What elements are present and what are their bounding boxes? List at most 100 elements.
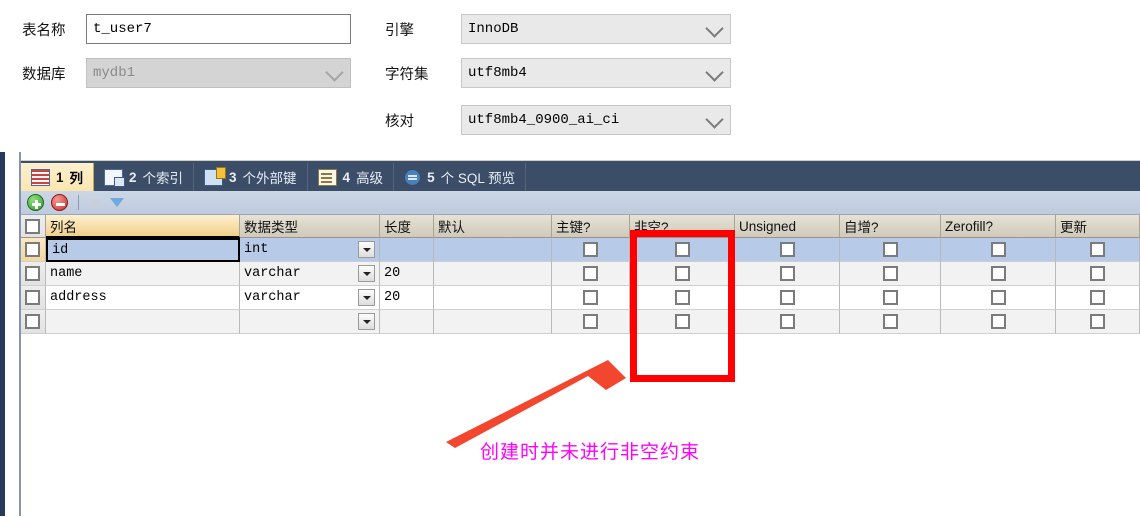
cell-not-null[interactable] bbox=[630, 310, 735, 334]
cell-default[interactable] bbox=[434, 286, 552, 310]
engine-select[interactable]: InnoDB bbox=[461, 14, 731, 44]
cell-primary-key[interactable] bbox=[552, 286, 630, 310]
checkbox-icon[interactable] bbox=[882, 314, 898, 329]
cell-data-type[interactable]: int bbox=[240, 238, 380, 262]
charset-select[interactable]: utf8mb4 bbox=[461, 58, 731, 88]
collation-select[interactable]: utf8mb4_0900_ai_ci bbox=[461, 105, 731, 135]
header-unsigned[interactable]: Unsigned bbox=[735, 215, 840, 238]
cell-length[interactable] bbox=[380, 310, 434, 334]
checkbox-icon[interactable] bbox=[882, 266, 898, 281]
checkbox-icon[interactable] bbox=[779, 290, 795, 305]
cell-primary-key[interactable] bbox=[552, 262, 630, 286]
header-data-type[interactable]: 数据类型 bbox=[240, 215, 380, 238]
table-row[interactable]: name varchar 20 bbox=[21, 262, 1140, 286]
cell-default[interactable] bbox=[434, 238, 552, 262]
cell-unsigned[interactable] bbox=[735, 238, 840, 262]
checkbox-icon[interactable] bbox=[674, 242, 690, 257]
checkbox-icon[interactable] bbox=[990, 266, 1006, 281]
cell-data-type[interactable]: varchar bbox=[240, 262, 380, 286]
header-primary-key[interactable]: 主键? bbox=[552, 215, 630, 238]
checkbox-icon[interactable] bbox=[25, 290, 40, 305]
database-select[interactable]: mydb1 bbox=[86, 58, 351, 88]
checkbox-icon[interactable] bbox=[674, 314, 690, 329]
cell-length[interactable]: 20 bbox=[380, 286, 434, 310]
checkbox-icon[interactable] bbox=[1090, 242, 1105, 257]
table-name-input[interactable]: t_user7 bbox=[86, 14, 351, 44]
checkbox-icon[interactable] bbox=[990, 242, 1006, 257]
checkbox-icon[interactable] bbox=[583, 290, 598, 305]
cell-auto-increment[interactable] bbox=[840, 310, 941, 334]
move-down-icon[interactable] bbox=[110, 198, 124, 207]
header-auto-increment[interactable]: 自增? bbox=[840, 215, 941, 238]
cell-unsigned[interactable] bbox=[735, 262, 840, 286]
cell-unsigned[interactable] bbox=[735, 310, 840, 334]
checkbox-icon[interactable] bbox=[25, 218, 40, 234]
checkbox-icon[interactable] bbox=[583, 242, 598, 257]
checkbox-icon[interactable] bbox=[674, 266, 690, 281]
header-select-all[interactable] bbox=[21, 215, 46, 238]
add-row-icon[interactable] bbox=[27, 194, 44, 211]
cell-column-name[interactable]: id bbox=[46, 238, 240, 262]
move-up-icon[interactable] bbox=[89, 198, 103, 207]
checkbox-icon[interactable] bbox=[583, 266, 598, 281]
cell-zerofill[interactable] bbox=[941, 286, 1056, 310]
cell-zerofill[interactable] bbox=[941, 238, 1056, 262]
tab-foreign-keys[interactable]: 3 个外部键 bbox=[194, 163, 308, 191]
cell-default[interactable] bbox=[434, 262, 552, 286]
checkbox-icon[interactable] bbox=[674, 290, 690, 305]
checkbox-icon[interactable] bbox=[882, 290, 898, 305]
cell-auto-increment[interactable] bbox=[840, 286, 941, 310]
tab-sql-preview[interactable]: 5 个 SQL 预览 bbox=[394, 163, 527, 191]
checkbox-icon[interactable] bbox=[25, 242, 40, 257]
checkbox-icon[interactable] bbox=[882, 242, 898, 257]
cell-auto-increment[interactable] bbox=[840, 238, 941, 262]
table-row[interactable]: id int bbox=[21, 238, 1140, 262]
header-zerofill[interactable]: Zerofill? bbox=[941, 215, 1056, 238]
dropdown-button[interactable] bbox=[358, 241, 375, 258]
header-length[interactable]: 长度 bbox=[380, 215, 434, 238]
row-select-checkbox[interactable] bbox=[21, 238, 46, 262]
tab-indexes[interactable]: 2 个索引 bbox=[94, 163, 195, 191]
cell-update[interactable] bbox=[1056, 286, 1140, 310]
dropdown-button[interactable] bbox=[358, 313, 375, 330]
cell-column-name[interactable]: name bbox=[46, 262, 240, 286]
row-select-checkbox[interactable] bbox=[21, 286, 46, 310]
cell-zerofill[interactable] bbox=[941, 262, 1056, 286]
checkbox-icon[interactable] bbox=[1090, 266, 1105, 281]
cell-zerofill[interactable] bbox=[941, 310, 1056, 334]
checkbox-icon[interactable] bbox=[25, 266, 40, 281]
checkbox-icon[interactable] bbox=[25, 314, 40, 329]
cell-update[interactable] bbox=[1056, 238, 1140, 262]
cell-data-type[interactable] bbox=[240, 310, 380, 334]
tab-columns[interactable]: 1 列 bbox=[21, 163, 95, 191]
checkbox-icon[interactable] bbox=[583, 314, 598, 329]
cell-length[interactable] bbox=[380, 238, 434, 262]
checkbox-icon[interactable] bbox=[779, 314, 795, 329]
checkbox-icon[interactable] bbox=[990, 314, 1006, 329]
row-select-checkbox[interactable] bbox=[21, 310, 46, 334]
checkbox-icon[interactable] bbox=[1090, 314, 1105, 329]
cell-primary-key[interactable] bbox=[552, 310, 630, 334]
row-select-checkbox[interactable] bbox=[21, 262, 46, 286]
cell-data-type[interactable]: varchar bbox=[240, 286, 380, 310]
cell-update[interactable] bbox=[1056, 310, 1140, 334]
checkbox-icon[interactable] bbox=[1090, 290, 1105, 305]
tab-advanced[interactable]: 4 高级 bbox=[308, 163, 395, 191]
cell-not-null[interactable] bbox=[630, 286, 735, 310]
checkbox-icon[interactable] bbox=[779, 266, 795, 281]
table-row[interactable]: address varchar 20 bbox=[21, 286, 1140, 310]
header-column-name[interactable]: 列名 bbox=[46, 215, 240, 238]
cell-default[interactable] bbox=[434, 310, 552, 334]
header-update[interactable]: 更新 bbox=[1056, 215, 1140, 238]
checkbox-icon[interactable] bbox=[990, 290, 1006, 305]
cell-length[interactable]: 20 bbox=[380, 262, 434, 286]
cell-unsigned[interactable] bbox=[735, 286, 840, 310]
checkbox-icon[interactable] bbox=[779, 242, 795, 257]
delete-row-icon[interactable] bbox=[51, 194, 68, 211]
cell-auto-increment[interactable] bbox=[840, 262, 941, 286]
dropdown-button[interactable] bbox=[358, 289, 375, 306]
table-row[interactable] bbox=[21, 310, 1140, 334]
header-default[interactable]: 默认 bbox=[434, 215, 552, 238]
cell-update[interactable] bbox=[1056, 262, 1140, 286]
cell-column-name[interactable] bbox=[46, 310, 240, 334]
